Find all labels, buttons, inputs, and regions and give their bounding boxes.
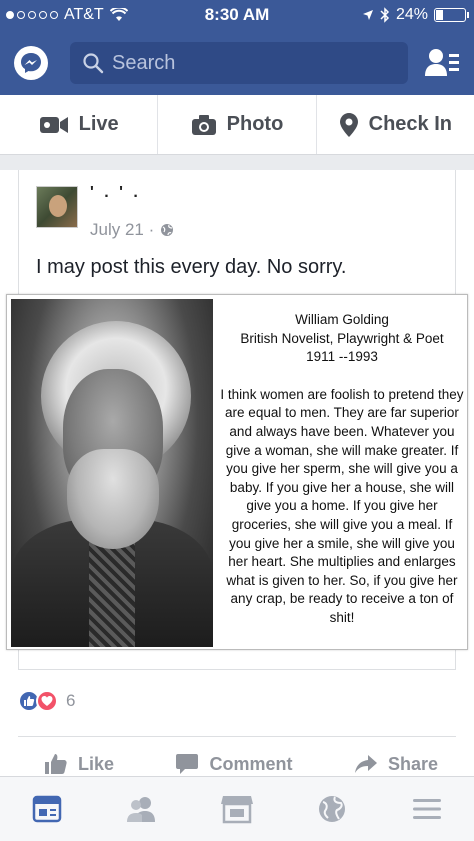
- tab-menu[interactable]: [407, 789, 447, 829]
- camera-icon: [191, 114, 216, 135]
- globe-icon: [161, 224, 174, 236]
- check-in-label: Check In: [368, 113, 452, 135]
- post-text: I may post this every day. No sorry.: [36, 256, 347, 278]
- reaction-summary[interactable]: 6: [18, 690, 75, 712]
- share-icon: [354, 755, 377, 773]
- status-bar: AT&T 8:30 AM 24%: [0, 0, 474, 30]
- friends-icon: [127, 797, 156, 822]
- battery-percent: 24%: [395, 6, 428, 23]
- friend-requests-button[interactable]: [424, 46, 460, 80]
- bluetooth-icon: [380, 7, 390, 23]
- live-label: Live: [78, 113, 119, 135]
- friend-requests-icon: [425, 49, 459, 76]
- actions-divider: [18, 736, 456, 737]
- composer-bar: Live Photo Check In: [0, 95, 474, 155]
- like-label: Like: [78, 753, 115, 774]
- news-feed-icon: [33, 795, 62, 823]
- feed-post: ' . ' . July 21 · I may post this every …: [0, 170, 474, 780]
- post-author[interactable]: ' . ' .: [90, 184, 141, 202]
- menu-icon: [412, 799, 441, 819]
- video-icon: [39, 116, 68, 133]
- live-button[interactable]: Live: [0, 95, 159, 154]
- meme-subtitle: British Novelist, Playwright & Poet: [240, 330, 444, 346]
- status-right: 24%: [362, 6, 469, 24]
- post-meta: July 21 ·: [90, 220, 174, 240]
- tab-friends[interactable]: [122, 789, 162, 829]
- search-bar[interactable]: [70, 42, 408, 84]
- location-arrow-icon: [362, 10, 373, 20]
- meme-years: 1911 --1993: [306, 349, 378, 365]
- reaction-count: 6: [66, 691, 76, 710]
- top-nav-bar: [0, 30, 474, 95]
- battery-icon: [434, 8, 469, 22]
- meme-name: William Golding: [295, 312, 389, 327]
- location-pin-icon: [339, 112, 358, 137]
- portrait-photo: [11, 299, 213, 647]
- photo-label: Photo: [226, 113, 284, 135]
- post-image[interactable]: William Golding British Novelist, Playwr…: [6, 294, 468, 650]
- post-date[interactable]: July 21 ·: [90, 220, 154, 240]
- tab-notifications[interactable]: [312, 789, 352, 829]
- meme-quote: I think women are foolish to pretend the…: [220, 386, 464, 625]
- bottom-tab-bar: [0, 776, 474, 841]
- comment-icon: [176, 754, 199, 774]
- notifications-globe-icon: [318, 796, 345, 822]
- love-reaction-icon: [36, 690, 58, 712]
- tab-news-feed[interactable]: [27, 789, 67, 829]
- tab-marketplace[interactable]: [217, 789, 257, 829]
- search-icon: [83, 53, 104, 74]
- meme-header: William Golding British Novelist, Playwr…: [219, 311, 465, 367]
- meme-text: William Golding British Novelist, Playwr…: [219, 311, 465, 628]
- comment-label: Comment: [209, 753, 293, 774]
- messenger-button[interactable]: [14, 46, 48, 80]
- marketplace-icon: [220, 796, 253, 824]
- messenger-icon: [21, 53, 41, 73]
- share-label: Share: [387, 753, 438, 774]
- check-in-button[interactable]: Check In: [317, 95, 474, 154]
- search-input[interactable]: [112, 51, 392, 75]
- avatar[interactable]: [36, 186, 78, 228]
- photo-button[interactable]: Photo: [158, 95, 317, 154]
- like-icon: [45, 754, 67, 774]
